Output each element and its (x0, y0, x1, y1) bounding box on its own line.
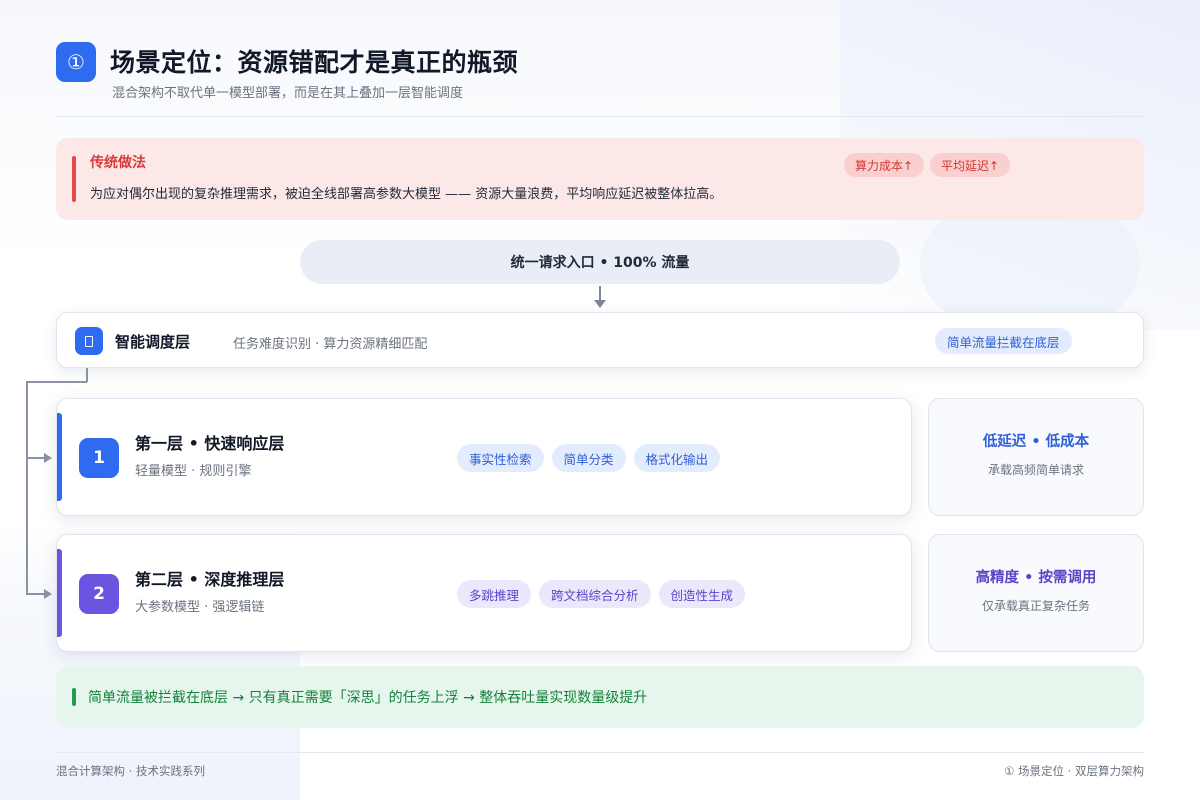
page-title: 场景定位：资源错配才是真正的瓶颈 (110, 48, 519, 77)
background-blob (920, 210, 1140, 320)
traditional-title: 传统做法 (90, 155, 146, 171)
side-title: 高精度 • 按需调用 (975, 570, 1097, 586)
down-arrow-icon (594, 300, 606, 308)
footer-section: ① 场景定位 · 双层算力架构 (1004, 764, 1144, 778)
capability-chip: 多跳推理 (457, 580, 532, 608)
layer-card-deep: 2 第二层 • 深度推理层 大参数模型 · 强逻辑链 多跳推理 跨文档综合分析 … (56, 534, 912, 652)
layer-number-badge: 2 (79, 574, 119, 614)
connector-line (26, 457, 46, 459)
capability-chip: 格式化输出 (633, 444, 721, 472)
background-top-left (0, 0, 840, 260)
page-subtitle: 混合架构不取代单一模型部署，而是在其上叠加一层智能调度 (112, 86, 464, 101)
layer-side-card-fast: 低延迟 • 低成本 承载高频简单请求 (928, 398, 1144, 516)
layer-description: 轻量模型 · 规则引擎 (135, 464, 252, 479)
right-arrow-icon (44, 589, 52, 599)
footer-divider (56, 752, 1144, 753)
connector-line (26, 381, 87, 383)
layer-accent-bar (57, 413, 62, 501)
right-arrow-icon (44, 453, 52, 463)
layer-card-fast: 1 第一层 • 快速响应层 轻量模型 · 规则引擎 事实性检索 简单分类 格式化… (56, 398, 912, 516)
capability-chip: 简单分类 (551, 444, 626, 472)
section-number-badge: ① (56, 42, 96, 82)
layer-title: 第一层 • 快速响应层 (135, 434, 285, 453)
header-divider (56, 116, 1144, 117)
layer-description: 大参数模型 · 强逻辑链 (135, 600, 265, 615)
capability-chip: 事实性检索 (457, 444, 544, 472)
latency-tag: 平均延迟↑ (930, 153, 1011, 177)
compute-cost-tag: 算力成本↑ (844, 153, 925, 177)
layer-accent-bar (57, 549, 62, 637)
side-description: 仅承载真正复杂任务 (981, 599, 1090, 613)
layer-chips: 事实性检索 简单分类 格式化输出 (457, 444, 721, 472)
layer-title: 第二层 • 深度推理层 (135, 570, 285, 589)
capability-chip: 跨文档综合分析 (539, 580, 651, 608)
side-title: 低延迟 • 低成本 (982, 434, 1090, 450)
traditional-accent-bar (72, 156, 76, 202)
connector-line (26, 593, 46, 595)
scheduler-description: 任务难度识别 · 算力资源精细匹配 (233, 337, 428, 352)
footer-series: 混合计算架构 · 技术实践系列 (56, 764, 205, 778)
connector-line (26, 381, 28, 593)
traditional-description: 为应对偶尔出现的复杂推理需求，被迫全线部署高参数大模型 —— 资源大量浪费，平均… (90, 187, 723, 202)
side-description: 承载高频简单请求 (987, 463, 1084, 477)
banner-accent-bar (72, 688, 76, 706)
connector-line (86, 368, 88, 382)
layer-number-badge: 1 (79, 438, 119, 478)
traditional-approach-panel: 传统做法 为应对偶尔出现的复杂推理需求，被迫全线部署高参数大模型 —— 资源大量… (56, 138, 1144, 220)
scheduler-layer-card: 智能调度层 任务难度识别 · 算力资源精细匹配 简单流量拦截在底层 (56, 312, 1144, 368)
layer-side-card-deep: 高精度 • 按需调用 仅承载真正复杂任务 (928, 534, 1144, 652)
layer-chips: 多跳推理 跨文档综合分析 创造性生成 (457, 580, 746, 608)
scheduler-tag: 简单流量拦截在底层 (935, 328, 1072, 354)
scheduler-icon (75, 327, 103, 355)
banner-text: 简单流量被拦截在底层 → 只有真正需要「深思」的任务上浮 → 整体吞吐量实现数量… (88, 690, 648, 706)
conclusion-banner: 简单流量被拦截在底层 → 只有真正需要「深思」的任务上浮 → 整体吞吐量实现数量… (56, 666, 1144, 728)
request-entry-pill: 统一请求入口 • 100% 流量 (300, 240, 900, 284)
capability-chip: 创造性生成 (658, 580, 746, 608)
scheduler-title: 智能调度层 (115, 333, 191, 351)
